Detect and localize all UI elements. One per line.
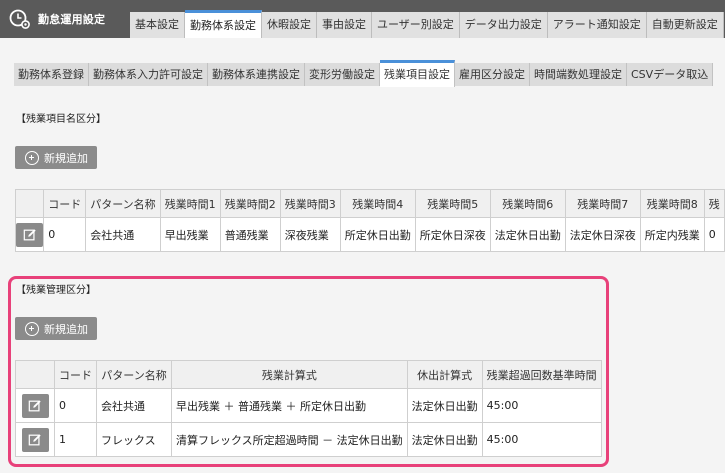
cell-overtime-3: 深夜残業 — [279, 217, 341, 252]
tab-input-permission[interactable]: 勤務体系入力許可設定 — [89, 63, 208, 86]
cell-pattern-name: 会社共通 — [96, 388, 172, 423]
edit-icon — [28, 399, 41, 411]
edit-cell — [14, 217, 45, 252]
header-code: コード — [54, 360, 97, 389]
tab-auto-update-settings[interactable]: 自動更新設定 — [646, 12, 724, 38]
cell-holiday-formula: 法定休日出勤 — [406, 388, 483, 423]
table-row: 1 フレックス 清算フレックス所定超過時間 － 法定休日出勤 法定休日出勤 45… — [15, 422, 602, 457]
table-row: 0 会社共通 早出残業 ＋ 普通残業 ＋ 所定休日出勤 法定休日出勤 45:00 — [15, 388, 602, 423]
cell-holiday-formula: 法定休日出勤 — [406, 422, 483, 457]
overtime-management-table: コード パターン名称 残業計算式 休出計算式 残業超過回数基準時間 0 会社共通… — [15, 360, 602, 457]
cell-pattern-name: 会社共通 — [85, 217, 161, 252]
sub-tabs: 勤務体系登録 勤務体系入力許可設定 勤務体系連携設定 変形労働設定 残業項目設定… — [14, 60, 714, 87]
edit-button[interactable] — [16, 222, 44, 247]
header-overtime-8: 残業時間8 — [639, 189, 705, 218]
add-button-label: 新規追加 — [44, 322, 88, 336]
table-header-row: コード パターン名称 残業計算式 休出計算式 残業超過回数基準時間 — [15, 360, 602, 389]
header-overtime-2: 残業時間2 — [219, 189, 281, 218]
header-overtime-formula: 残業計算式 — [171, 360, 408, 389]
tab-data-output-settings[interactable]: データ出力設定 — [459, 12, 548, 38]
cell-overtime-8: 所定内残業 — [639, 217, 705, 252]
cell-overtime-5: 所定休日深夜 — [414, 217, 491, 252]
edit-button[interactable] — [21, 427, 49, 452]
table-row: 0 会社共通 早出残業 普通残業 深夜残業 所定休日出勤 所定休日深夜 法定休日… — [14, 217, 725, 252]
tab-leave-settings[interactable]: 休暇設定 — [262, 12, 317, 38]
header-edit — [14, 189, 45, 218]
tab-work-system-settings[interactable]: 勤務体系設定 — [185, 10, 262, 39]
cell-overtime-1: 早出残業 — [159, 217, 221, 252]
tab-work-system-registration[interactable]: 勤務体系登録 — [14, 63, 89, 86]
edit-icon — [23, 228, 36, 240]
header-holiday-formula: 休出計算式 — [406, 360, 483, 389]
tab-employment-type[interactable]: 雇用区分設定 — [455, 63, 530, 86]
tab-overtime-items[interactable]: 残業項目設定 — [380, 60, 455, 87]
app-title: 勤怠運用設定 — [38, 13, 106, 26]
main-tabs: 基本設定 勤務体系設定 休暇設定 事由設定 ユーザー別設定 データ出力設定 アラ… — [130, 10, 724, 39]
add-overtime-management-button[interactable]: 新規追加 — [15, 317, 97, 340]
tab-time-rounding[interactable]: 時間端数処理設定 — [530, 63, 627, 86]
cell-overtime-formula: 清算フレックス所定超過時間 － 法定休日出勤 — [171, 422, 408, 457]
app-header: 勤怠運用設定 — [0, 0, 134, 38]
cell-pattern-name: フレックス — [96, 422, 172, 457]
header-edit — [15, 360, 55, 389]
header-overtime-9: 残 — [703, 189, 725, 218]
header-pattern-name: パターン名称 — [96, 360, 172, 389]
plus-circle-icon — [25, 150, 39, 165]
table-header-row: コード パターン名称 残業時間1 残業時間2 残業時間3 残業時間4 残業時間5… — [14, 189, 725, 218]
cell-overtime-4: 所定休日出勤 — [339, 217, 416, 252]
edit-cell — [15, 388, 55, 423]
overtime-names-table: コード パターン名称 残業時間1 残業時間2 残業時間3 残業時間4 残業時間5… — [14, 189, 725, 252]
cell-overtime-9: 0 — [703, 217, 725, 252]
header-pattern-name: パターン名称 — [85, 189, 161, 218]
tab-linkage-settings[interactable]: 勤務体系連携設定 — [208, 63, 305, 86]
tab-variable-labor[interactable]: 変形労働設定 — [305, 63, 380, 86]
cell-overtime-formula: 早出残業 ＋ 普通残業 ＋ 所定休日出勤 — [171, 388, 408, 423]
cell-overtime-2: 普通残業 — [219, 217, 281, 252]
edit-button[interactable] — [21, 393, 49, 418]
tab-alert-settings[interactable]: アラート通知設定 — [547, 12, 647, 38]
clock-settings-icon — [9, 9, 30, 29]
tab-user-settings[interactable]: ユーザー別設定 — [372, 12, 460, 38]
section-overtime-names-title: 【残業項目名区分】 — [16, 114, 106, 125]
header-overtime-5: 残業時間5 — [414, 189, 491, 218]
header-overtime-7: 残業時間7 — [564, 189, 641, 218]
cell-code: 0 — [43, 217, 87, 252]
section-overtime-management-title: 【残業管理区分】 — [16, 285, 96, 296]
add-overtime-name-button[interactable]: 新規追加 — [15, 146, 97, 169]
header-code: コード — [43, 189, 87, 218]
sub-tab-bar: 勤務体系登録 勤務体系入力許可設定 勤務体系連携設定 変形労働設定 残業項目設定… — [0, 38, 725, 88]
tab-basic-settings[interactable]: 基本設定 — [130, 12, 185, 38]
tab-csv-import[interactable]: CSVデータ取込 — [627, 63, 714, 86]
header-overtime-3: 残業時間3 — [279, 189, 341, 218]
top-bar: 勤怠運用設定 基本設定 勤務体系設定 休暇設定 事由設定 ユーザー別設定 データ… — [0, 0, 725, 39]
edit-cell — [15, 422, 55, 457]
cell-overtime-6: 法定休日出勤 — [489, 217, 566, 252]
tab-reason-settings[interactable]: 事由設定 — [317, 12, 372, 38]
cell-overtime-7: 法定休日深夜 — [564, 217, 641, 252]
header-overtime-threshold: 残業超過回数基準時間 — [481, 360, 602, 389]
edit-icon — [28, 433, 41, 445]
add-button-label: 新規追加 — [44, 151, 88, 165]
cell-overtime-threshold: 45:00 — [481, 422, 602, 457]
cell-overtime-threshold: 45:00 — [481, 388, 602, 423]
header-overtime-6: 残業時間6 — [489, 189, 566, 218]
header-overtime-1: 残業時間1 — [159, 189, 221, 218]
cell-code: 1 — [54, 422, 97, 457]
header-overtime-4: 残業時間4 — [339, 189, 416, 218]
cell-code: 0 — [54, 388, 97, 423]
plus-circle-icon — [25, 321, 39, 336]
